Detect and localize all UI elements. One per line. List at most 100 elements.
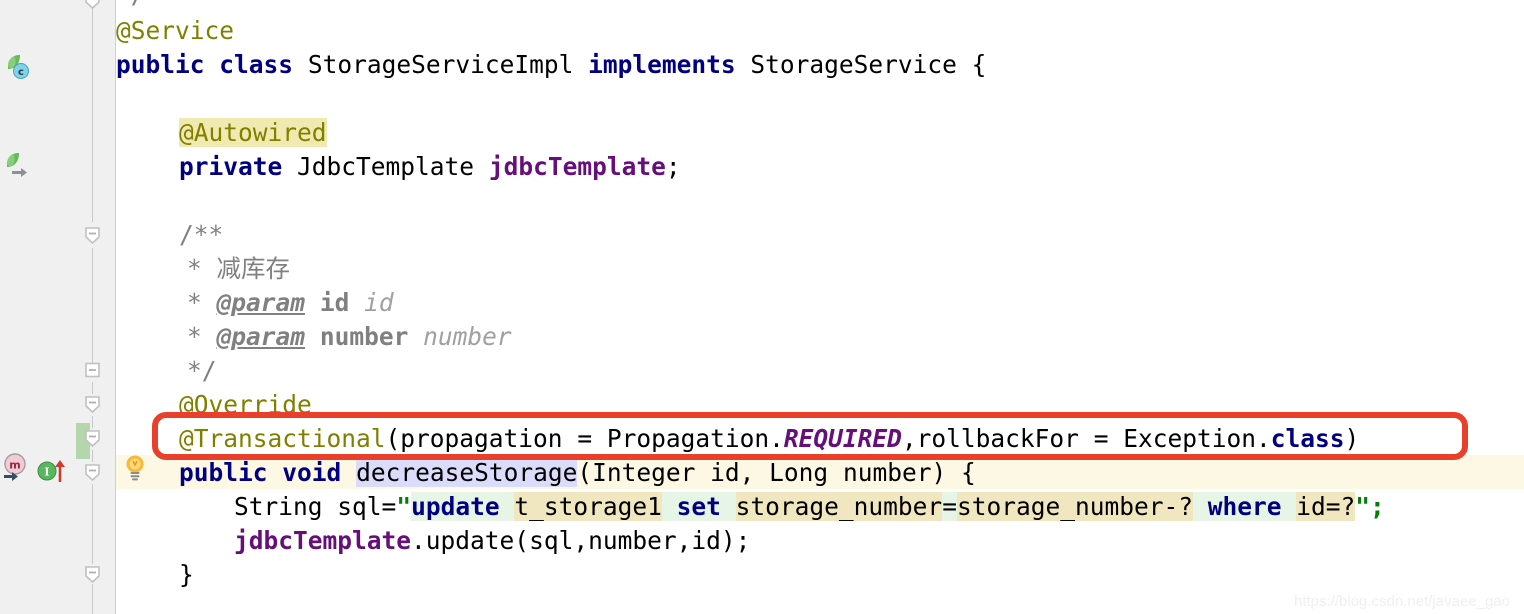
token-var-sql: sql [337,492,382,521]
token-arg-id: id [691,526,721,555]
svg-text:c: c [18,67,24,78]
code-line-class-declaration: public class StorageServiceImpl implemen… [116,48,986,82]
token-brace-close: } [179,560,194,589]
token-javadoc-star: * [187,254,202,283]
token-comma: , [739,458,755,487]
token-autowired-annotation: @Autowired [179,118,327,147]
token-kw-public: public [116,50,205,79]
token-attr-rollbackfor: rollbackFor [916,424,1079,453]
token-method-name: decreaseStorage [356,458,578,487]
token-comma: , [901,424,917,453]
token-kw-class-literal: class [1270,424,1345,453]
code-line-javadoc-param-number: * @param number number [116,320,512,354]
fold-rail-segment [92,450,93,462]
token-type-string: String [234,492,323,521]
editor-gutter-fold-column[interactable] [76,0,116,614]
token-javadoc-close: */ [187,356,217,385]
token-paren-open: ( [514,526,530,555]
svg-text:I: I [44,466,49,479]
blog-watermark: https://blog.csdn.net/javaee_gao [1294,593,1510,610]
token-equals: = [381,492,397,521]
code-text-area[interactable]: */ @Service public class StorageServiceI… [116,0,1524,614]
token-param-type-long: Long [769,458,829,487]
token-kw-class: class [219,50,294,79]
token-param-number: number [842,458,932,487]
token-quote-open: " [396,492,412,521]
svg-text:m: m [9,459,20,472]
overridden-method-icon[interactable]: m [2,452,32,486]
token-const-required: REQUIRED [783,424,902,453]
code-line-javadoc-param-id: * @param id id [116,286,394,320]
fold-marker-icon[interactable] [84,396,101,414]
token-type-propagation: Propagation [606,424,770,453]
token-param-id: id [710,458,740,487]
fold-marker-icon[interactable] [84,362,101,379]
fold-rail-segment [92,382,93,394]
fold-rail-segment [92,248,93,368]
token-sql-where: where [1207,492,1282,521]
code-editor-screenshot: c m I @Service public class StorageServi… [0,0,1524,614]
implementing-method-icon[interactable]: I [36,456,70,488]
token-javadoc-star: * [187,288,202,317]
code-line-autowired-annotation: @Autowired [116,116,327,150]
code-line-jdbc-update-call: jdbcTemplate.update(sql,number,id); [116,524,750,558]
code-line-field-declaration: private JdbcTemplate jdbcTemplate; [116,150,681,184]
token-brace-open: { [971,50,987,79]
token-field-jdbctemplate: jdbcTemplate [488,152,666,181]
token-comma: , [573,526,589,555]
fold-marker-icon[interactable] [84,566,101,584]
token-javadoc-param-name-number: number [319,322,409,351]
token-dot: . [1255,424,1271,453]
fold-rail-segment [92,484,93,564]
code-line-javadoc-close: */ [116,354,217,388]
token-paren-close: ) [1344,424,1360,453]
token-paren-open: ( [577,458,593,487]
token-paren-open: ( [385,424,401,453]
fold-rail-segment [92,416,93,428]
token-javadoc-param-tag: @param [216,288,306,317]
token-dot: . [411,526,426,555]
token-sql-update: update [411,492,500,521]
token-semicolon: ; [735,526,751,555]
code-line-method-signature: public void decreaseStorage(Integer id, … [116,456,976,490]
token-javadoc-param-desc-id: id [364,288,394,317]
fold-marker-icon[interactable] [84,227,101,245]
token-semicolon: ; [665,152,681,181]
token-class-name: StorageServiceImpl [307,50,574,79]
token-param-type-integer: Integer [592,458,696,487]
token-comma: , [676,526,692,555]
token-javadoc-summary-text: 减库存 [216,254,291,283]
token-javadoc-param-tag: @param [216,322,306,351]
editor-gutter-icon-column[interactable] [0,0,76,614]
code-line-service-annotation: @Service [116,14,234,48]
token-kw-private: private [179,152,283,181]
token-equals: = [577,424,593,453]
token-type-exception: Exception [1123,424,1256,453]
token-attr-propagation: propagation [400,424,563,453]
token-brace-open: { [961,458,976,487]
fold-marker-icon[interactable] [84,430,101,448]
token-equals: = [1093,424,1109,453]
code-line-transactional-annotation: @Transactional(propagation = Propagation… [116,422,1359,456]
token-sql-table: t_storage1 [514,492,662,521]
fold-marker-icon[interactable] [84,0,101,10]
token-kw-public: public [179,458,268,487]
token-paren-close: ) [931,458,947,487]
intention-bulb-icon[interactable] [120,452,150,486]
token-sql-equals: = [942,492,957,521]
token-arg-number: number [588,526,677,555]
code-line-override-annotation: @Override [116,388,312,422]
token-type-jdbctemplate: JdbcTemplate [297,152,475,181]
token-sql-set: set [676,492,721,521]
spring-bean-navigate-icon[interactable] [4,152,32,184]
token-override-annotation: @Override [179,390,312,419]
token-arg-sql: sql [529,526,574,555]
token-paren-close: ) [720,526,736,555]
token-quote-close: " [1355,492,1371,521]
fold-marker-icon[interactable] [84,464,101,482]
code-line-javadoc-open: /** [116,218,223,252]
code-line-sql-string: String sql="update t_storage1 set storag… [116,490,1385,524]
token-kw-void: void [282,458,342,487]
spring-bean-class-icon[interactable]: c [4,52,32,84]
token-javadoc-param-name-id: id [319,288,350,317]
